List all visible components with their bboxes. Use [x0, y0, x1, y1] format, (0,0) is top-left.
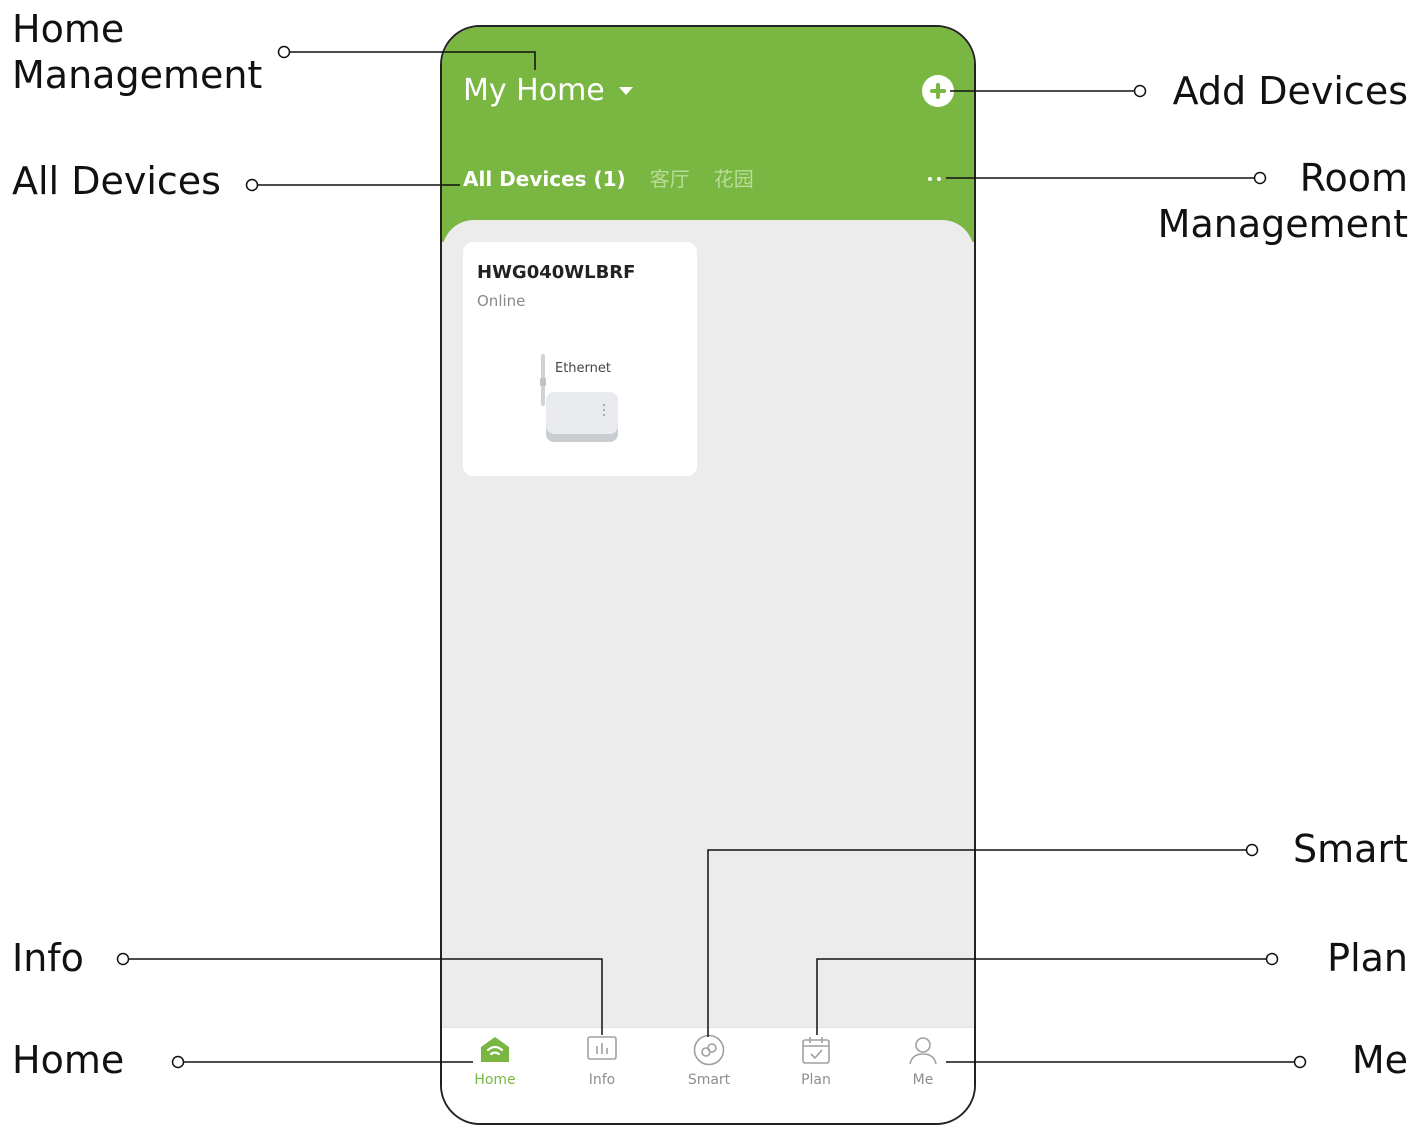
home-icon [481, 1037, 509, 1062]
bottom-nav: Home Info Smart Plan Me [442, 1027, 974, 1123]
device-card[interactable]: HWG040WLBRF Online Ethernet [463, 242, 697, 476]
callout-home-management: Home Management [12, 6, 262, 98]
leader-dot-smart [1245, 843, 1259, 857]
callout-info: Info [12, 936, 84, 980]
callout-add-devices: Add Devices [1172, 69, 1408, 113]
add-device-button[interactable] [922, 75, 954, 107]
nav-smart[interactable]: Smart [669, 1034, 749, 1088]
nav-plan[interactable]: Plan [776, 1034, 856, 1088]
leader-dot-me [1293, 1055, 1307, 1069]
callout-plan: Plan [1327, 936, 1408, 980]
device-name: HWG040WLBRF [477, 262, 636, 283]
leader-dot-home-management [277, 45, 291, 59]
home-selector[interactable]: My Home [463, 73, 633, 109]
gateway-device-image: Ethernet [540, 354, 618, 442]
nav-info-label: Info [588, 1072, 616, 1088]
room-tabs: All Devices (1) 客厅 花园 [463, 165, 754, 193]
tab-garden[interactable]: 花园 [714, 165, 754, 193]
ethernet-label: Ethernet [555, 361, 611, 376]
calendar-check-icon [802, 1037, 830, 1064]
app-header: My Home All Devices (1) 客厅 花园 [442, 27, 974, 242]
callout-home-management-line1: Home [12, 7, 125, 51]
more-icon[interactable] [928, 177, 941, 181]
nav-me-label: Me [912, 1072, 934, 1088]
callout-room-management: Room Management [1158, 155, 1408, 247]
leader-dot-plan [1265, 952, 1279, 966]
nav-me[interactable]: Me [883, 1034, 963, 1088]
callout-all-devices: All Devices [12, 159, 221, 203]
callout-smart: Smart [1293, 827, 1408, 871]
nav-home[interactable]: Home [455, 1034, 535, 1088]
nav-smart-label: Smart [687, 1072, 731, 1088]
phone-screen: My Home All Devices (1) 客厅 花园 HWG040WLBR… [440, 25, 976, 1125]
callout-me: Me [1351, 1038, 1408, 1082]
nav-plan-label: Plan [801, 1072, 831, 1088]
callout-home-management-line2: Management [12, 53, 263, 97]
smart-link-icon [693, 1034, 725, 1066]
nav-home-label: Home [474, 1072, 516, 1088]
callout-room-management-line2: Management [1157, 202, 1408, 246]
leader-dot-home [171, 1055, 185, 1069]
device-status: Online [477, 292, 526, 310]
user-icon [909, 1037, 937, 1065]
chart-icon [587, 1036, 617, 1060]
caret-down-icon [618, 87, 633, 95]
device-area: HWG040WLBRF Online Ethernet [442, 220, 974, 1123]
callout-room-management-line1: Room [1299, 156, 1408, 200]
tab-all-devices[interactable]: All Devices (1) [463, 165, 626, 193]
leader-dot-all-devices [245, 178, 259, 192]
leader-dot-add-devices [1133, 84, 1147, 98]
nav-info[interactable]: Info [562, 1034, 642, 1088]
home-title: My Home [463, 73, 605, 108]
tab-living-room[interactable]: 客厅 [650, 165, 690, 193]
callout-home: Home [12, 1038, 125, 1082]
leader-dot-info [116, 952, 130, 966]
